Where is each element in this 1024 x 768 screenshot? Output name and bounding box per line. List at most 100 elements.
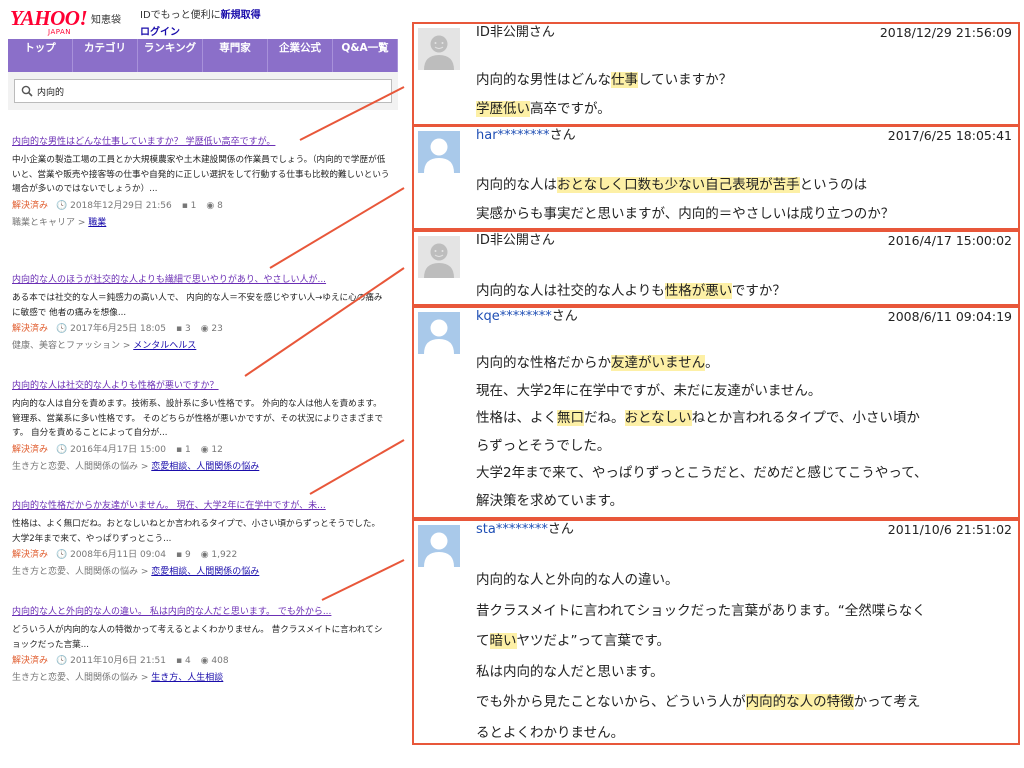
answer-body: 内向的な人は社交的な人よりも性格が悪いですか？ <box>476 276 1004 306</box>
answer-time: 15:00:02 <box>955 233 1012 248</box>
text-segment: て <box>476 633 490 649</box>
answer-time: 21:51:02 <box>955 522 1012 537</box>
text-segment: 昔クラスメイトに言われてショックだった言葉があります。“全然喋らなく <box>476 602 926 619</box>
answer-line: 内向的な人はおとなしく口数も少ない自己表現が苦手というのは <box>476 171 1004 200</box>
answer-panel: kqe********さん 2008/6/11 09:04:19 内向的な性格だから… <box>412 306 1020 519</box>
answer-line: 性格は、よく無口だね。おとなしいねとか言われるタイプで、小さい頃か <box>476 405 1004 433</box>
username-suffix: さん <box>528 25 555 40</box>
highlighted-phrase: 内向的な人の特徴 <box>745 694 854 710</box>
text-segment: 。 <box>705 355 719 371</box>
answer-username[interactable]: sta********さん <box>476 521 574 539</box>
answer-date: 2008/6/11 <box>887 309 952 324</box>
answer-time: 09:04:19 <box>955 309 1012 324</box>
text-segment: だね。 <box>584 410 625 426</box>
answer-body: 内向的な男性はどんな仕事していますか？ 学歴低い高卒ですが。 <box>476 66 1004 124</box>
text-segment: 性格は、よく <box>476 410 557 426</box>
answer-date: 2018/12/29 <box>879 25 952 40</box>
default-avatar-icon <box>418 131 460 173</box>
highlighted-phrase: 性格が悪い <box>664 283 732 299</box>
anonymous-avatar-icon <box>418 28 460 70</box>
username-text: ID非公開 <box>476 25 529 40</box>
answer-timestamp: 2017/6/25 18:05:41 <box>888 127 1012 145</box>
text-segment: というのは <box>799 177 868 193</box>
text-segment: 私は内向的な人だと思います。 <box>476 663 664 680</box>
answer-line: 大学2年まで来て、やっぱりずっとこうだと、だめだと感じてこうやって、 <box>476 460 1004 488</box>
answer-body: 内向的な人と外向的な人の違い。昔クラスメイトに言われてショックだった言葉がありま… <box>476 565 1004 748</box>
answer-panel: ID非公開さん 2018/12/29 21:56:09 内向的な男性はどんな仕事して… <box>412 22 1020 126</box>
answer-line: でも外から見たことないから、どういう人が内向的な人の特徴かって考え <box>476 687 1004 718</box>
anonymous-avatar-icon <box>418 236 460 278</box>
answer-username[interactable]: har********さん <box>476 127 576 145</box>
username-text: sta******** <box>476 522 548 537</box>
answer-body: 内向的な性格だからか友達がいません。現在、大学2年に在学中ですが、未だに友達がい… <box>476 350 1004 515</box>
connector-line <box>299 86 405 141</box>
answer-date: 2011/10/6 <box>887 522 952 537</box>
answer-date: 2017/6/25 <box>887 128 952 143</box>
text-segment: ねとか言われるタイプで、小さい頃か <box>691 410 920 426</box>
username-text: ID非公開 <box>476 233 529 248</box>
text-segment: ですか？ <box>731 283 786 299</box>
answer-panel: har********さん 2017/6/25 18:05:41 内向的な人はおとな… <box>412 125 1020 230</box>
answer-username[interactable]: kqe********さん <box>476 308 578 326</box>
connector-line <box>269 187 405 269</box>
text-segment: でも外から見たことないから、どういう人が <box>476 694 746 710</box>
answer-line: 内向的な人と外向的な人の違い。 <box>476 565 1004 596</box>
highlighted-phrase: 友達がいません <box>611 355 706 371</box>
answer-line: 内向的な男性はどんな仕事していますか？ <box>476 66 1004 95</box>
username-text: kqe******** <box>476 309 552 324</box>
answer-timestamp: 2018/12/29 21:56:09 <box>880 24 1012 42</box>
connector-line <box>244 267 405 377</box>
username-text: har******** <box>476 128 550 143</box>
text-segment: していますか？ <box>638 72 733 88</box>
answer-username: ID非公開さん <box>476 24 555 42</box>
answer-line: 内向的な人は社交的な人よりも性格が悪いですか？ <box>476 276 1004 306</box>
answer-line: 私は内向的な人だと思います。 <box>476 657 1004 688</box>
answer-line: て暗いヤツだよ”って言葉です。 <box>476 626 1004 657</box>
highlighted-phrase: おとなしく口数も少ない自己表現が苦手 <box>557 177 800 193</box>
highlighted-phrase: おとなしい <box>624 410 692 426</box>
answer-line: 解決策を求めています。 <box>476 488 1004 516</box>
answer-line: 実感からも事実だと思いますが、内向的＝やさしいは成り立つのか？ <box>476 200 1004 229</box>
text-segment: 内向的な人は <box>476 177 557 193</box>
answer-line: らずっとそうでした。 <box>476 433 1004 461</box>
answer-line: 内向的な性格だからか友達がいません。 <box>476 350 1004 378</box>
answer-body: 内向的な人はおとなしく口数も少ない自己表現が苦手というのは実感からも事実だと思い… <box>476 171 1004 229</box>
text-segment: らずっとそうでした。 <box>476 437 611 454</box>
connector-line <box>309 439 405 495</box>
username-suffix: さん <box>547 522 574 537</box>
answer-line: 現在、大学2年に在学中ですが、未だに友達がいません。 <box>476 378 1004 406</box>
text-segment: 解決策を求めています。 <box>476 492 624 509</box>
highlighted-phrase: 仕事 <box>611 72 638 88</box>
username-suffix: さん <box>528 233 555 248</box>
answer-username: ID非公開さん <box>476 232 555 250</box>
answer-timestamp: 2016/4/17 15:00:02 <box>888 232 1012 250</box>
highlighted-phrase: 無口 <box>557 410 584 426</box>
text-segment: 内向的な男性はどんな <box>476 72 611 88</box>
answer-line: 昔クラスメイトに言われてショックだった言葉があります。“全然喋らなく <box>476 596 1004 627</box>
text-segment: 実感からも事実だと思いますが、内向的＝やさしいは成り立つのか？ <box>476 206 895 222</box>
answer-time: 21:56:09 <box>955 25 1012 40</box>
text-segment: るとよくわかりません。 <box>476 724 625 741</box>
username-suffix: さん <box>549 128 576 143</box>
default-avatar-icon <box>418 525 460 567</box>
text-segment: 高卒ですが。 <box>530 101 611 117</box>
answer-time: 18:05:41 <box>955 128 1012 143</box>
answer-panel: sta********さん 2011/10/6 21:51:02 内向的な人と外向的… <box>412 519 1020 745</box>
text-segment: 内向的な性格だからか <box>476 355 611 371</box>
answer-date: 2016/4/17 <box>887 233 952 248</box>
answer-line: 学歴低い高卒ですが。 <box>476 95 1004 124</box>
answer-panel: ID非公開さん 2016/4/17 15:00:02 内向的な人は社交的な人よりも性… <box>412 230 1020 306</box>
text-segment: 内向的な人と外向的な人の違い。 <box>476 572 679 588</box>
text-segment: かって考え <box>853 694 921 710</box>
text-segment: 大学2年まで来て、やっぱりずっとこうだと、だめだと感じてこうやって、 <box>476 465 928 481</box>
connector-line <box>321 559 405 601</box>
text-segment: 現在、大学2年に在学中ですが、未だに友達がいません。 <box>476 382 822 399</box>
username-suffix: さん <box>551 309 578 324</box>
answer-line: るとよくわかりません。 <box>476 718 1004 749</box>
text-segment: 内向的な人は社交的な人よりも <box>476 283 665 299</box>
answer-timestamp: 2011/10/6 21:51:02 <box>888 521 1012 539</box>
highlighted-phrase: 暗い <box>489 633 517 649</box>
text-segment: ヤツだよ”って言葉です。 <box>516 633 670 649</box>
default-avatar-icon <box>418 312 460 354</box>
answer-timestamp: 2008/6/11 09:04:19 <box>888 308 1012 326</box>
